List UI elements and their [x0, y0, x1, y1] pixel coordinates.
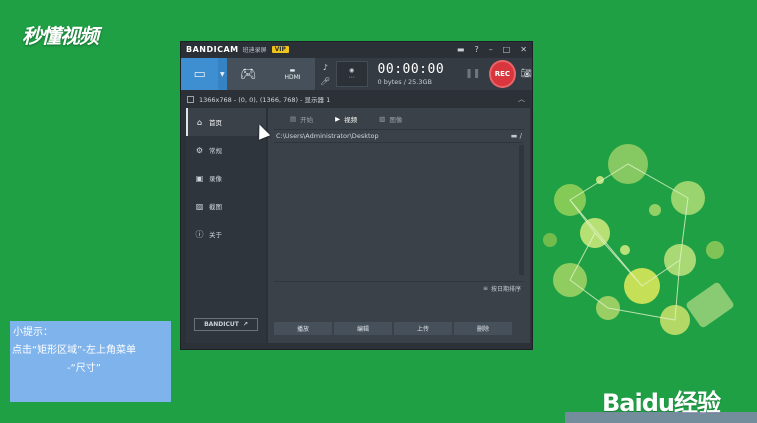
play-button[interactable]: 播放	[274, 322, 332, 335]
picture-icon: ▧	[379, 114, 386, 123]
bandicut-label: BANDICUT	[204, 321, 239, 328]
image-icon: ▨	[195, 201, 204, 211]
tab-video[interactable]: ▶ 视频	[335, 114, 357, 124]
watermark-logo: 秒懂视频	[22, 24, 99, 48]
sidebar-item-label: 常规	[209, 147, 222, 155]
game-mode-button[interactable]: 🎮︎	[226, 58, 271, 90]
tab-image[interactable]: ▧ 图像	[379, 114, 402, 124]
action-buttons: 播放 编辑 上传 删除	[274, 322, 512, 335]
bandicam-window: BANDICAM 班迪录屏 VIP ▬ ? – □ ✕ ▭ ▼ 🎮︎ ▬ HDM…	[180, 41, 533, 350]
upload-button[interactable]: 上传	[394, 322, 452, 335]
sidebar-item-home[interactable]: ⌂ 首页	[186, 108, 266, 136]
monitor-icon: ▭	[193, 66, 206, 82]
file-list[interactable]	[274, 145, 524, 275]
sort-row: ≡ 按日期排序	[274, 281, 524, 295]
target-area-label: 1366x768 - (0, 0), (1366, 768) - 显示器 1	[199, 96, 331, 104]
camera-icon[interactable]: 📷︎	[521, 69, 532, 79]
mode-toolbar: ▭ ▼ 🎮︎ ▬ HDMI ♪ 🎤︎ ◉ ⋯ 00:00:00 0 bytes …	[181, 58, 532, 90]
maximize-icon[interactable]: □	[503, 45, 511, 54]
edit-button[interactable]: 编辑	[334, 322, 392, 335]
tip-line: 点击“矩形区域”-左上角菜单	[12, 345, 136, 356]
film-icon: ▤	[290, 114, 297, 123]
info-icon: ⓘ	[195, 229, 204, 239]
output-path: C:\Users\Administrator\Desktop	[276, 132, 379, 140]
hdmi-label: HDMI	[284, 74, 301, 81]
open-folder-icon[interactable]: ▬ /	[511, 132, 522, 140]
vip-badge[interactable]: VIP	[271, 46, 289, 53]
sidebar-item-label: 关于	[209, 231, 222, 239]
chevron-down-icon: ▼	[220, 70, 225, 78]
recording-status: 00:00:00 0 bytes / 25.3GB	[378, 62, 445, 86]
speaker-icon[interactable]: ♪	[323, 63, 328, 72]
area-checkbox[interactable]	[187, 95, 194, 103]
sort-icon: ≡	[482, 285, 488, 292]
sort-by-date[interactable]: 按日期排序	[491, 284, 521, 293]
close-icon[interactable]: ✕	[520, 45, 527, 54]
brand-subtitle: 班迪录屏	[242, 47, 267, 54]
target-area-bar: 1366x768 - (0, 0), (1366, 768) - 显示器 1 ︿	[181, 92, 532, 106]
webcam-dots: ⋯	[348, 74, 355, 81]
sidebar-item-label: 录像	[209, 175, 222, 183]
home-icon: ⌂	[196, 117, 203, 127]
help-icon[interactable]: ?	[474, 45, 478, 54]
tip-title: 小提示：	[13, 327, 53, 338]
record-button[interactable]: REC	[489, 60, 516, 88]
microphone-icon[interactable]: 🎤︎	[320, 77, 330, 86]
main-panel: ▤ 开始 ▶ 视频 ▧ 图像 C:\Users\Administrator\De…	[268, 108, 530, 343]
folder-icon[interactable]: ▬	[457, 45, 465, 54]
screen-mode-dropdown[interactable]: ▼	[218, 58, 227, 90]
tip-line: -“尺寸”	[67, 363, 101, 374]
sidebar: ⌂ 首页 ⚙ 常规 ▣ 录像 ▨ 截图 ⓘ 关于 BANDICUT ↗	[186, 108, 266, 343]
sidebar-item-label: 首页	[209, 119, 222, 127]
logo-strip	[565, 412, 757, 423]
tip-box: 小提示： 点击“矩形区域”-左上角菜单 -“尺寸”	[10, 321, 171, 402]
tab-label: 视频	[344, 115, 358, 124]
sidebar-item-general[interactable]: ⚙ 常规	[186, 136, 266, 164]
gear-icon: ⚙	[195, 145, 204, 155]
external-link-icon: ↗	[242, 321, 248, 328]
output-path-row: C:\Users\Administrator\Desktop ▬ /	[274, 130, 524, 143]
device-mode-button[interactable]: ▬ HDMI	[270, 58, 315, 90]
chevron-up-icon[interactable]: ︿	[518, 94, 525, 104]
timer-display: 00:00:00	[377, 62, 445, 77]
gamepad-icon: 🎮︎	[240, 66, 257, 82]
sidebar-item-video[interactable]: ▣ 录像	[186, 164, 266, 192]
sidebar-item-label: 截图	[209, 203, 222, 211]
tab-bar: ▤ 开始 ▶ 视频 ▧ 图像	[274, 108, 524, 130]
tab-label: 开始	[300, 115, 314, 124]
minimize-icon[interactable]: –	[489, 45, 493, 54]
brand-name: BANDICAM	[186, 45, 239, 54]
sidebar-item-about[interactable]: ⓘ 关于	[186, 220, 266, 248]
audio-controls: ♪ 🎤︎	[319, 63, 332, 86]
video-icon: ▣	[195, 173, 204, 183]
file-size-display: 0 bytes / 25.3GB	[377, 78, 432, 86]
bandicut-button[interactable]: BANDICUT ↗	[194, 318, 258, 331]
sidebar-item-image[interactable]: ▨ 截图	[186, 192, 266, 220]
hdmi-icon: ▬	[289, 67, 296, 74]
pause-icon[interactable]: ❚❚	[465, 69, 480, 79]
title-bar: BANDICAM 班迪录屏 VIP ▬ ? – □ ✕	[181, 42, 532, 57]
delete-button[interactable]: 删除	[454, 322, 512, 335]
webcam-icon: ◉	[349, 67, 355, 74]
play-icon: ▶	[335, 114, 341, 123]
tab-label: 图像	[389, 115, 403, 124]
webcam-button[interactable]: ◉ ⋯	[335, 61, 368, 87]
lightbulb-illustration	[543, 144, 734, 335]
tab-start[interactable]: ▤ 开始	[290, 114, 313, 124]
screen-mode-button[interactable]: ▭	[181, 58, 219, 90]
